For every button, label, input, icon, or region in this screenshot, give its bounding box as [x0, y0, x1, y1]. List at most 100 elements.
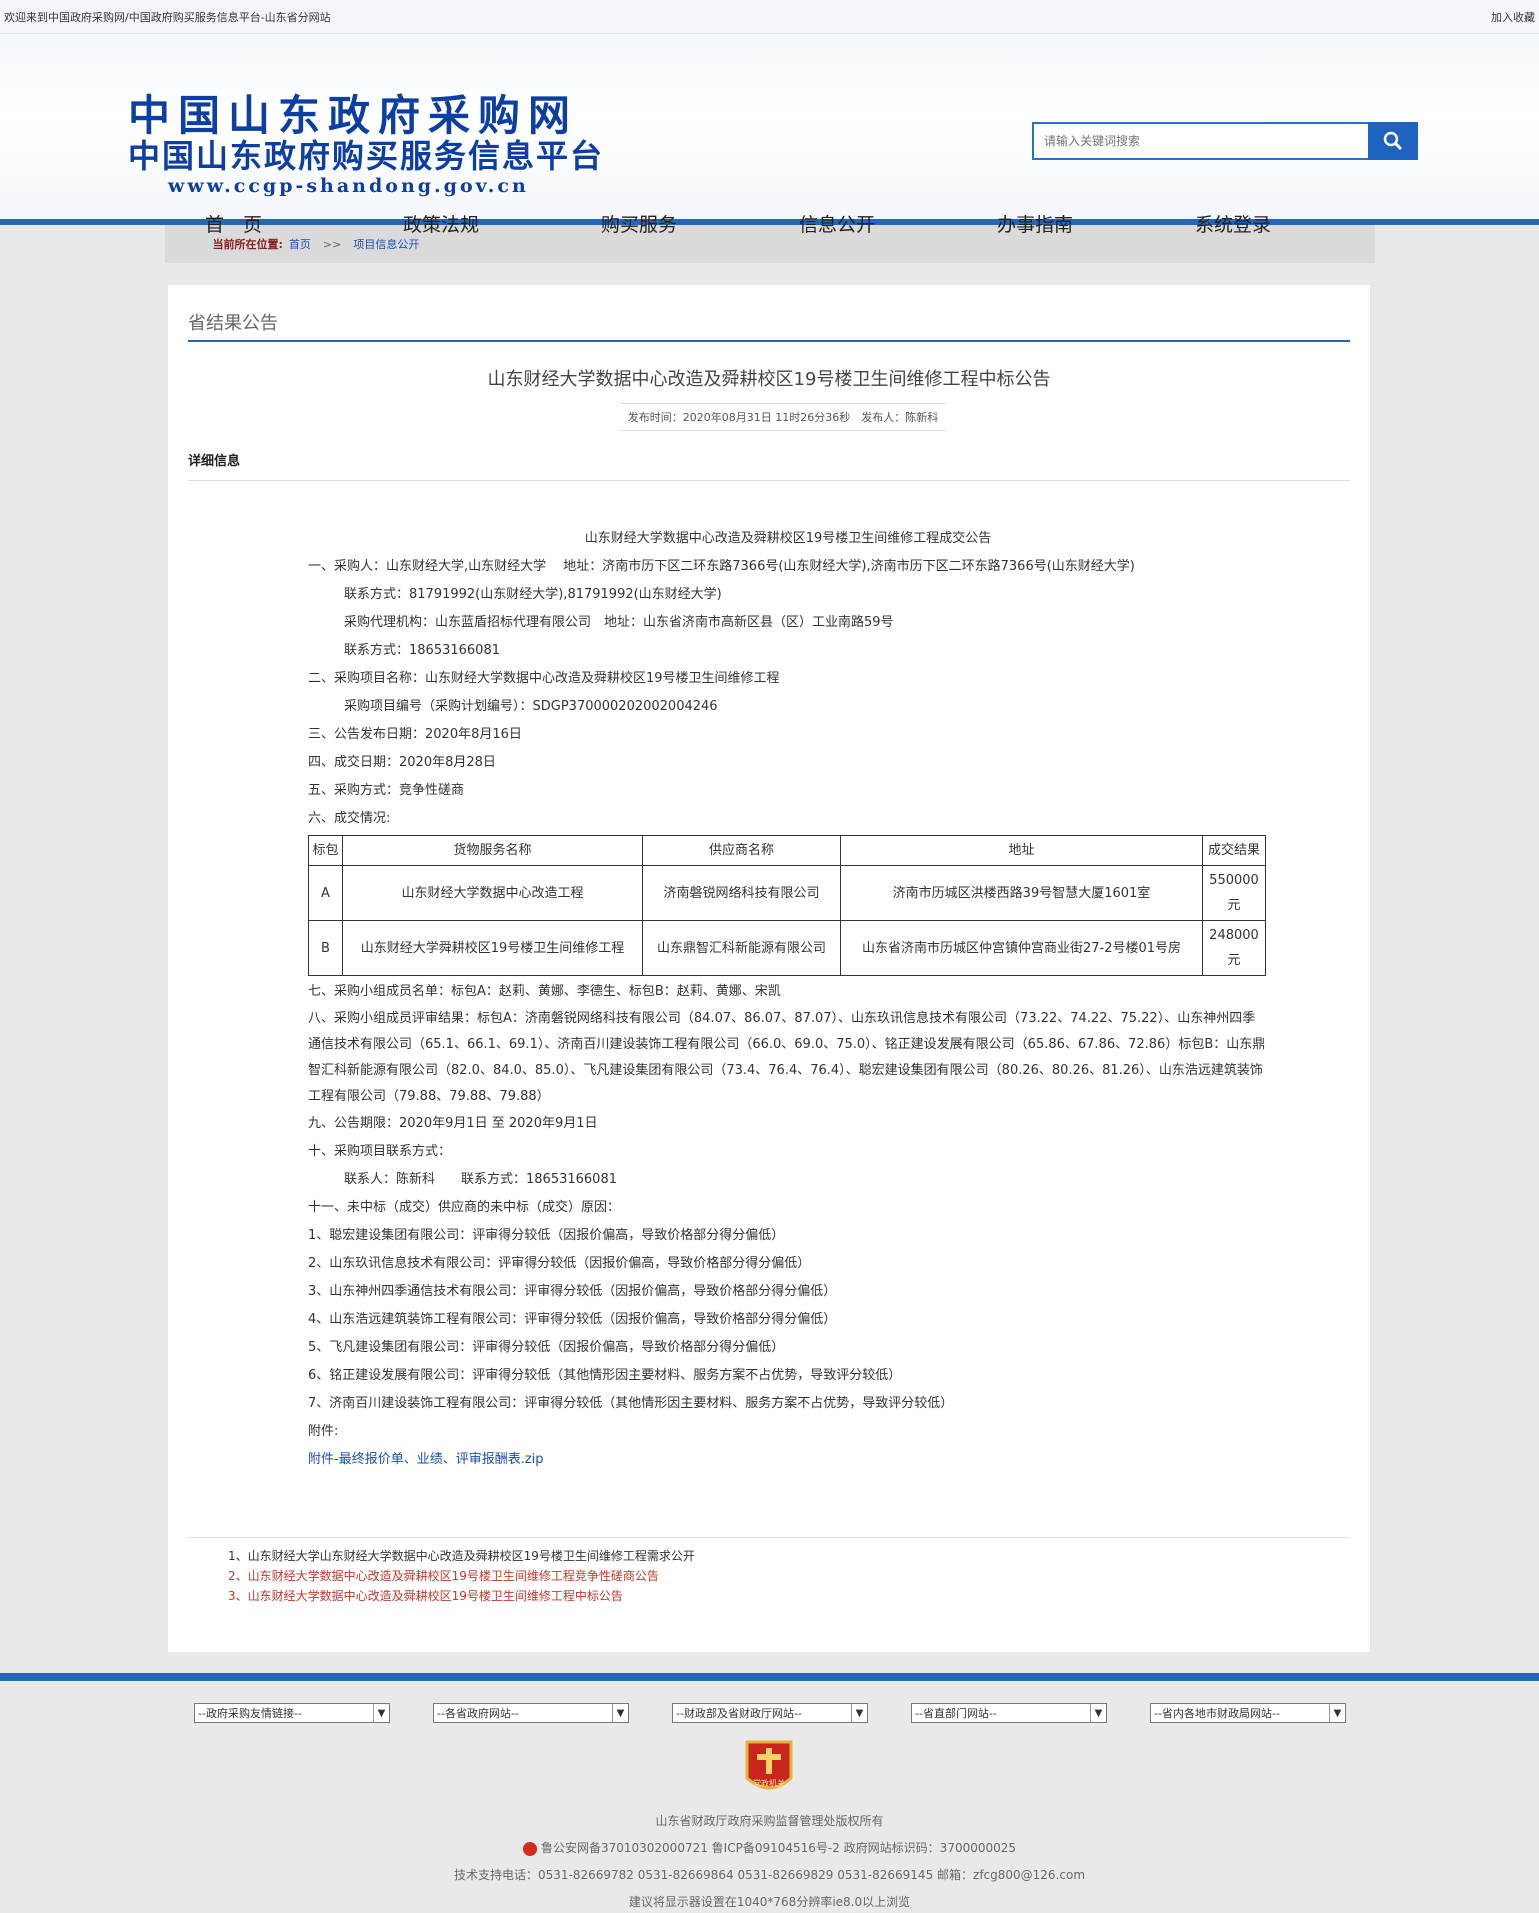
header: 中国山东政府采购网 中国山东政府购买服务信息平台 www.ccgp-shando…: [0, 34, 1539, 236]
table-header-row: 标包 货物服务名称 供应商名称 地址 成交结果: [308, 835, 1266, 866]
select-value: --财政部及省财政厅网站--: [676, 1707, 802, 1720]
chevron-down-icon: ▼: [851, 1704, 867, 1722]
table-header: 标包: [308, 835, 343, 866]
reason-item: 3、山东神州四季通信技术有限公司：评审得分较低（因报价偏高，导致价格部分得分偏低…: [308, 1284, 837, 1299]
top-bar: 欢迎来到中国政府采购网/中国政府购买服务信息平台-山东省分网站 加入收藏: [0, 0, 1539, 34]
content-panel: 省结果公告 山东财经大学数据中心改造及舜耕校区19号楼卫生间维修工程中标公告 发…: [168, 285, 1370, 1652]
body-line: 采购代理机构：山东蓝盾招标代理有限公司 地址：山东省济南市高新区县（区）工业南路…: [344, 615, 894, 630]
attachment-label: 附件:: [308, 1424, 339, 1439]
reason-item: 7、济南百川建设装饰工程有限公司：评审得分较低（其他情形因主要材料、服务方案不占…: [308, 1396, 954, 1411]
nav-policy[interactable]: 政策法规: [363, 210, 561, 237]
table-cell: 济南市历城区洪楼西路39号智慧大厦1601室: [840, 865, 1203, 921]
select-finance-sites[interactable]: --财政部及省财政厅网站-- ▼: [672, 1703, 868, 1723]
body-line: 五、采购方式：竞争性磋商: [308, 783, 465, 798]
result-table: 标包 货物服务名称 供应商名称 地址 成交结果 A 山东财经大学数据中心改造工程…: [308, 835, 1266, 976]
select-value: --各省政府网站--: [437, 1707, 519, 1720]
body-title: 山东财经大学数据中心改造及舜耕校区19号楼卫生间维修工程成交公告: [584, 531, 992, 546]
search-box: [1032, 122, 1418, 160]
reason-item: 5、飞凡建设集团有限公司：评审得分较低（因报价偏高，导致价格部分得分偏低）: [308, 1340, 785, 1355]
nav-info-public[interactable]: 信息公开: [759, 210, 957, 237]
search-button[interactable]: [1368, 122, 1418, 160]
support-info: 技术支持电话：0531-82669782 0531-82669864 0531-…: [453, 1868, 1086, 1882]
detail-heading: 详细信息: [188, 454, 241, 469]
icp-text: 鲁公安网备37010302000721 鲁ICP备09104516号-2 政府网…: [540, 1841, 1017, 1855]
bookmark-link[interactable]: 加入收藏: [1491, 9, 1535, 25]
section-divider: [188, 340, 1350, 342]
detail-divider: [188, 480, 1350, 481]
body-line: 八、采购小组成员评审结果：标包A：济南磐锐网络科技有限公司（84.07、86.0…: [308, 1011, 1266, 1104]
select-procurement-links[interactable]: --政府采购友情链接-- ▼: [194, 1703, 390, 1723]
table-cell: 山东鼎智汇科新能源有限公司: [642, 920, 841, 976]
body-line: 十一、未中标（成交）供应商的未中标（成交）原因：: [308, 1200, 621, 1215]
table-header: 地址: [840, 835, 1203, 866]
breadcrumb-current[interactable]: 项目信息公开: [353, 236, 419, 252]
chevron-down-icon: ▼: [373, 1704, 389, 1722]
resolution-hint: 建议将显示器设置在1040*768分辨率ie8.0以上浏览: [628, 1895, 911, 1909]
article-meta: 发布时间：2020年08月31日 11时26分36秒 发布人：陈新科: [620, 403, 946, 431]
table-row: A 山东财经大学数据中心改造工程 济南磐锐网络科技有限公司 济南市历城区洪楼西路…: [308, 865, 1266, 921]
logo-url: www.ccgp-shandong.gov.cn: [168, 175, 529, 197]
table-row: B 山东财经大学舜耕校区19号楼卫生间维修工程 山东鼎智汇科新能源有限公司 山东…: [308, 920, 1266, 976]
body-line: 二、采购项目名称：山东财经大学数据中心改造及舜耕校区19号楼卫生间维修工程: [308, 671, 780, 686]
select-city-finance[interactable]: --省内各地市财政局网站-- ▼: [1150, 1703, 1346, 1723]
badge-shape: 党政机关: [745, 1740, 793, 1790]
table-cell: 248000元: [1202, 920, 1266, 976]
chevron-down-icon: ▼: [1329, 1704, 1345, 1722]
body-line: 七、采购小组成员名单：标包A：赵莉、黄娜、李德生、标包B：赵莉、黄娜、宋凯: [308, 984, 781, 999]
breadcrumb-home[interactable]: 首页: [289, 236, 311, 252]
reason-item: 1、聪宏建设集团有限公司：评审得分较低（因报价偏高，导致价格部分得分偏低）: [308, 1228, 785, 1243]
search-input[interactable]: [1032, 122, 1368, 160]
reason-item: 2、山东玖讯信息技术有限公司：评审得分较低（因报价偏高，导致价格部分得分偏低）: [308, 1256, 811, 1271]
select-province-gov[interactable]: --各省政府网站-- ▼: [433, 1703, 629, 1723]
nav-guide[interactable]: 办事指南: [957, 210, 1155, 237]
article-body: 山东财经大学数据中心改造及舜耕校区19号楼卫生间维修工程成交公告 一、采购人：山…: [308, 525, 1268, 1474]
body-line: 四、成交日期：2020年8月28日: [308, 755, 496, 770]
body-line: 联系方式：18653166081: [344, 643, 500, 658]
icp-info: 鲁公安网备37010302000721 鲁ICP备09104516号-2 政府网…: [0, 1839, 1539, 1856]
body-line: 三、公告发布日期：2020年8月16日: [308, 727, 522, 742]
table-cell: A: [308, 865, 343, 921]
main-nav: 首 页 政策法规 购买服务 信息公开 办事指南 系统登录: [165, 210, 1353, 237]
body-line: 九、公告期限：2020年9月1日 至 2020年9月1日: [308, 1116, 598, 1131]
section-title: 省结果公告: [188, 313, 278, 334]
select-provincial-depts[interactable]: --省直部门网站-- ▼: [911, 1703, 1107, 1723]
footer-divider: [0, 1673, 1539, 1681]
select-value: --政府采购友情链接--: [198, 1707, 302, 1720]
body-line: 六、成交情况:: [308, 811, 391, 826]
logo-line-1: 中国山东政府采购网: [128, 91, 579, 140]
nav-home[interactable]: 首 页: [165, 210, 363, 237]
article-title: 山东财经大学数据中心改造及舜耕校区19号楼卫生间维修工程中标公告: [487, 369, 1051, 390]
select-value: --省内各地市财政局网站--: [1154, 1707, 1280, 1720]
body-line: 联系方式：81791992(山东财经大学),81791992(山东财经大学): [344, 587, 722, 602]
table-cell: 山东财经大学数据中心改造工程: [342, 865, 643, 921]
table-header: 供应商名称: [642, 835, 841, 866]
table-cell: 山东财经大学舜耕校区19号楼卫生间维修工程: [342, 920, 643, 976]
nav-login[interactable]: 系统登录: [1155, 210, 1353, 237]
party-gov-badge-icon[interactable]: 党政机关: [743, 1738, 795, 1798]
table-cell: 550000元: [1202, 865, 1266, 921]
table-cell: 山东省济南市历城区仲宫镇仲宫商业街27-2号楼01号房: [840, 920, 1203, 976]
site-logo[interactable]: 中国山东政府采购网 中国山东政府购买服务信息平台 www.ccgp-shando…: [128, 94, 604, 198]
logo-line-2: 中国山东政府购买服务信息平台: [128, 137, 605, 175]
body-line: 采购项目编号（采购计划编号）：SDGP370000202002004246: [344, 699, 718, 714]
body-line: 联系人：陈新科 联系方式：18653166081: [344, 1172, 617, 1187]
badge-label: 党政机关: [753, 1778, 785, 1788]
related-item[interactable]: 2、山东财经大学数据中心改造及舜耕校区19号楼卫生间维修工程竞争性磋商公告: [228, 1566, 1350, 1586]
related-item[interactable]: 3、山东财经大学数据中心改造及舜耕校区19号楼卫生间维修工程中标公告: [228, 1586, 1350, 1606]
search-icon: [1383, 131, 1403, 151]
link-selects: --政府采购友情链接-- ▼ --各省政府网站-- ▼ --财政部及省财政厅网站--…: [194, 1703, 1346, 1723]
related-item[interactable]: 1、山东财经大学山东财经大学数据中心改造及舜耕校区19号楼卫生间维修工程需求公开: [228, 1546, 1350, 1566]
body-line: 一、采购人：山东财经大学,山东财经大学 地址：济南市历下区二环东路7366号(山…: [308, 559, 1135, 574]
attachment-link[interactable]: 附件-最终报价单、业绩、评审报酬表.zip: [308, 1446, 1268, 1474]
chevron-down-icon: ▼: [612, 1704, 628, 1722]
breadcrumb-separator: >>: [322, 237, 342, 251]
reason-item: 4、山东浩远建筑装饰工程有限公司：评审得分较低（因报价偏高，导致价格部分得分偏低…: [308, 1312, 837, 1327]
copyright: 山东省财政厅政府采购监督管理处版权所有: [655, 1814, 884, 1828]
reason-item: 6、铭正建设发展有限公司：评审得分较低（其他情形因主要材料、服务方案不占优势，导…: [308, 1368, 902, 1383]
chevron-down-icon: ▼: [1090, 1704, 1106, 1722]
select-value: --省直部门网站--: [915, 1707, 997, 1720]
nav-purchase-service[interactable]: 购买服务: [561, 210, 759, 237]
welcome-text: 欢迎来到中国政府采购网/中国政府购买服务信息平台-山东省分网站: [4, 10, 331, 24]
police-emblem-icon: [522, 1841, 537, 1856]
table-cell: B: [308, 920, 343, 976]
